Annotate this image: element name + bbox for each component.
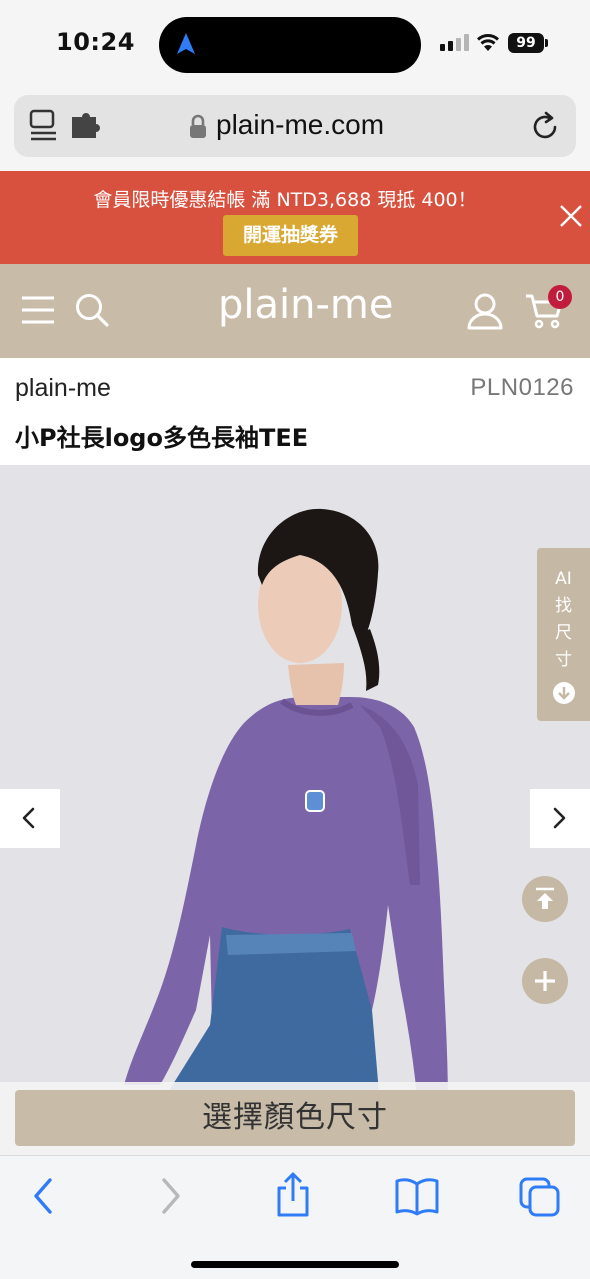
expand-plus-button[interactable] bbox=[522, 958, 568, 1004]
ai-size-finder-tab[interactable]: AI 找 尺 寸 bbox=[537, 548, 590, 721]
chevron-right-icon bbox=[553, 807, 566, 829]
arrow-down-icon bbox=[552, 682, 575, 704]
dynamic-island bbox=[159, 17, 421, 73]
bookmarks-icon[interactable] bbox=[394, 1176, 440, 1216]
user-icon[interactable] bbox=[466, 292, 504, 330]
product-photo bbox=[124, 508, 448, 1105]
product-name: 小P社長logo多色長袖TEE bbox=[15, 424, 309, 452]
lottery-coupon-button[interactable]: 開運抽獎券 bbox=[223, 215, 358, 256]
menu-icon[interactable] bbox=[22, 295, 54, 325]
location-arrow-icon bbox=[177, 33, 195, 54]
ai-tab-text: 尺 bbox=[555, 623, 572, 643]
product-heading: plain-me PLN0126 小P社長logo多色長袖TEE bbox=[0, 358, 590, 465]
cellular-signal-icon bbox=[440, 34, 469, 51]
ai-tab-text: 找 bbox=[555, 596, 572, 616]
reader-mode-icon[interactable] bbox=[28, 108, 62, 142]
promo-banner: 會員限時優惠結帳 滿 NTD3,688 現抵 400！ 開運抽獎券 bbox=[0, 171, 590, 264]
status-bar: 10:24 99 bbox=[0, 0, 590, 88]
cart-count-badge: 0 bbox=[548, 285, 572, 309]
ai-tab-text: 寸 bbox=[555, 650, 572, 670]
plus-icon bbox=[535, 971, 555, 991]
browser-toolbar bbox=[0, 1155, 590, 1279]
home-indicator bbox=[191, 1261, 399, 1268]
back-icon[interactable] bbox=[30, 1176, 56, 1216]
browser-address-area: plain-me.com bbox=[0, 88, 590, 171]
battery-icon: 99 bbox=[508, 33, 544, 53]
share-icon[interactable] bbox=[274, 1172, 312, 1218]
lock-icon bbox=[190, 114, 206, 138]
reload-icon[interactable] bbox=[529, 111, 561, 143]
status-time: 10:24 bbox=[56, 28, 135, 56]
arrow-up-to-top-icon bbox=[536, 887, 554, 909]
url-text[interactable]: plain-me.com bbox=[216, 109, 384, 141]
product-sku: PLN0126 bbox=[470, 374, 574, 401]
gallery-next-button[interactable] bbox=[530, 789, 590, 848]
product-image-gallery[interactable] bbox=[0, 465, 590, 1155]
address-bar[interactable]: plain-me.com bbox=[14, 95, 576, 157]
battery-cap bbox=[545, 39, 548, 47]
site-header: plain-me 0 bbox=[0, 264, 590, 358]
chevron-left-icon bbox=[22, 807, 35, 829]
gallery-prev-button[interactable] bbox=[0, 789, 60, 848]
extension-icon[interactable] bbox=[70, 113, 104, 139]
site-logo[interactable]: plain-me bbox=[218, 282, 394, 328]
promo-text: 會員限時優惠結帳 滿 NTD3,688 現抵 400！ bbox=[93, 189, 477, 211]
tabs-icon[interactable] bbox=[518, 1176, 562, 1218]
product-brand: plain-me bbox=[15, 374, 111, 402]
select-option-bar: 選擇顏色尺寸 bbox=[0, 1082, 590, 1155]
search-icon[interactable] bbox=[74, 292, 110, 328]
close-icon[interactable] bbox=[559, 204, 583, 228]
select-color-size-button[interactable]: 選擇顏色尺寸 bbox=[15, 1090, 575, 1146]
ai-tab-text: AI bbox=[555, 569, 572, 589]
back-to-top-button[interactable] bbox=[522, 876, 568, 922]
wifi-icon bbox=[476, 34, 500, 51]
forward-icon[interactable] bbox=[158, 1176, 184, 1216]
